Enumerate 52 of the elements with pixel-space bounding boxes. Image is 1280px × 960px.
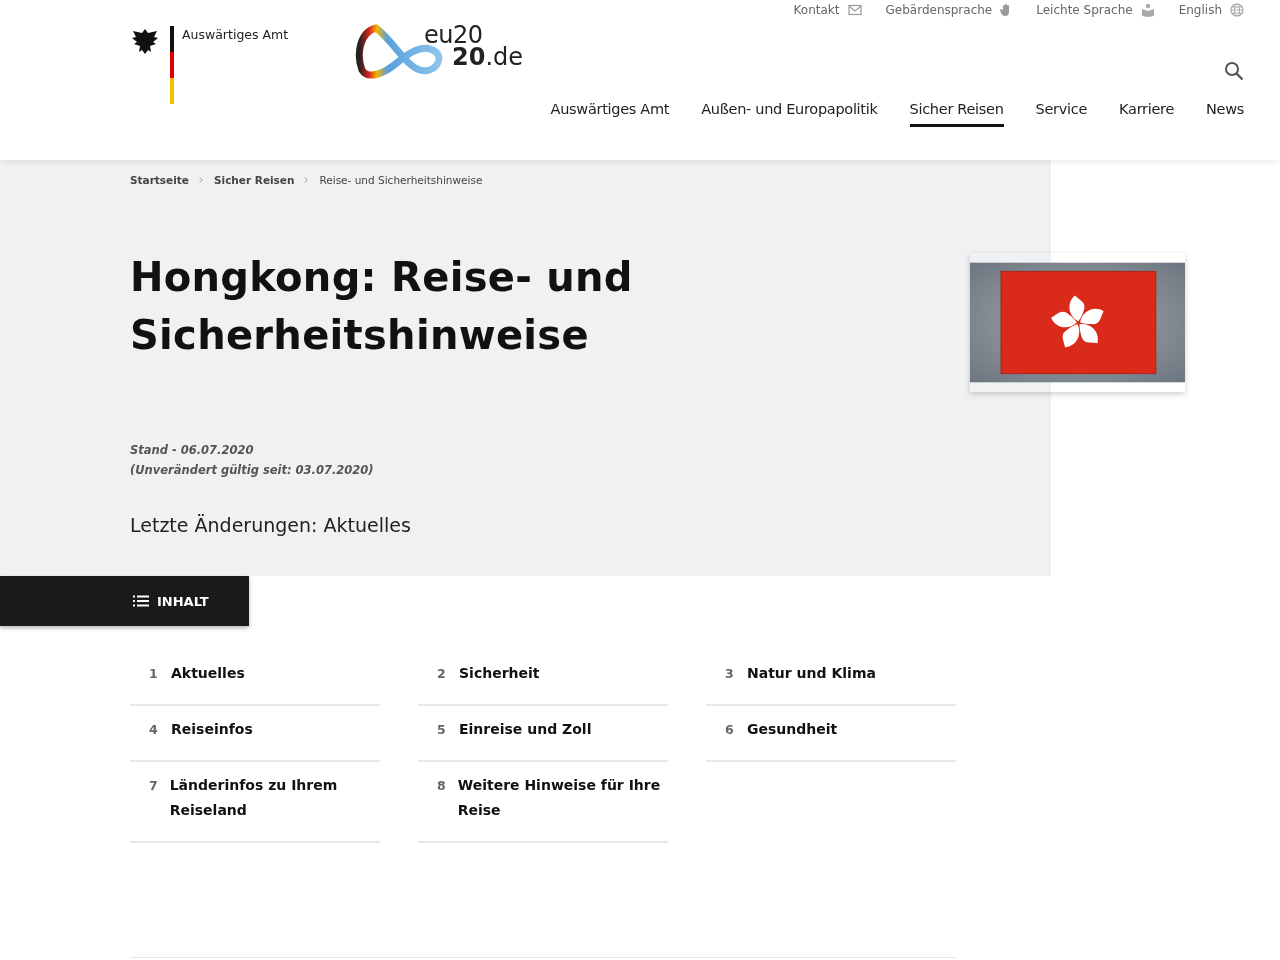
item-label: Natur und Klima — [747, 664, 876, 683]
item-number: 8 — [437, 777, 446, 795]
contents-item[interactable]: 8 Weitere Hinweise für Ihre Reise — [418, 762, 668, 843]
breadcrumb-link[interactable]: Startseite — [130, 174, 189, 186]
nav-tab[interactable]: News — [1206, 101, 1244, 127]
status-date: Stand - 06.07.2020 — [130, 442, 255, 459]
nav-tab[interactable]: Service — [1035, 101, 1088, 127]
last-changes-text: Letzte Änderungen: Aktuelles — [130, 514, 412, 536]
item-number: 7 — [149, 777, 158, 795]
contents-item[interactable]: 6 Gesundheit — [706, 706, 956, 762]
item-number: 2 — [437, 665, 447, 683]
chevron-icon — [304, 176, 310, 184]
breadcrumb-link[interactable]: Sicher Reisen — [214, 174, 295, 186]
contents-item[interactable]: 3 Natur und Klima — [706, 650, 956, 706]
service-link[interactable]: Leichte Sprache — [1036, 3, 1155, 17]
chevron-icon — [199, 176, 204, 184]
item-label: Einreise und Zoll — [459, 720, 592, 739]
nav-tab[interactable]: Außen- und Europapolitik — [701, 101, 878, 127]
book-icon — [1140, 3, 1155, 17]
mail-icon — [847, 4, 862, 16]
breadcrumb-current: Reise- und Sicherheitshinweise — [319, 174, 483, 186]
item-label: Reiseinfos — [171, 720, 253, 739]
contents-item[interactable]: 5 Einreise und Zoll — [418, 706, 668, 762]
item-number: 6 — [725, 721, 735, 739]
contents-item[interactable]: 7 Länderinfos zu Ihrem Reiseland — [130, 762, 380, 843]
nav-tab[interactable]: Karriere — [1119, 101, 1174, 127]
status-date: (Unverändert gültig seit: 03.07.2020) — [130, 462, 375, 479]
contents-item[interactable]: 1 Aktuelles — [130, 650, 380, 706]
item-label: Gesundheit — [747, 720, 838, 739]
contents-item[interactable]: 4 Reiseinfos — [130, 706, 380, 762]
nav-tab[interactable]: Sicher Reisen — [909, 101, 1004, 127]
flag-stripe-icon — [170, 26, 174, 104]
globe-icon — [1230, 3, 1244, 17]
item-number: 4 — [149, 721, 159, 739]
search-button[interactable] — [1222, 59, 1246, 83]
nav-tab[interactable]: Auswärtiges Amt — [550, 101, 670, 127]
page-title: Hongkong: Reise- und Sicherheitshinweise — [130, 253, 634, 360]
service-link[interactable]: English — [1178, 3, 1244, 17]
list-icon — [133, 595, 149, 607]
contents-button[interactable]: INHALT — [0, 576, 249, 626]
item-label: Aktuelles — [171, 664, 245, 683]
item-label: Weitere Hinweise für Ihre Reise — [457, 776, 662, 820]
service-link[interactable]: Kontakt — [793, 3, 862, 17]
search-icon — [1224, 61, 1244, 81]
item-label: Sicherheit — [459, 664, 540, 683]
service-link[interactable]: Gebärdensprache — [885, 3, 1013, 17]
item-label: Länderinfos zu Ihrem Reiseland — [169, 776, 339, 820]
item-number: 5 — [437, 721, 447, 739]
contents-item[interactable]: 2 Sicherheit — [418, 650, 668, 706]
item-number: 1 — [149, 665, 159, 683]
ministry-logo-link[interactable]: Auswärtiges Amt — [182, 27, 289, 42]
item-number: 3 — [725, 665, 735, 683]
